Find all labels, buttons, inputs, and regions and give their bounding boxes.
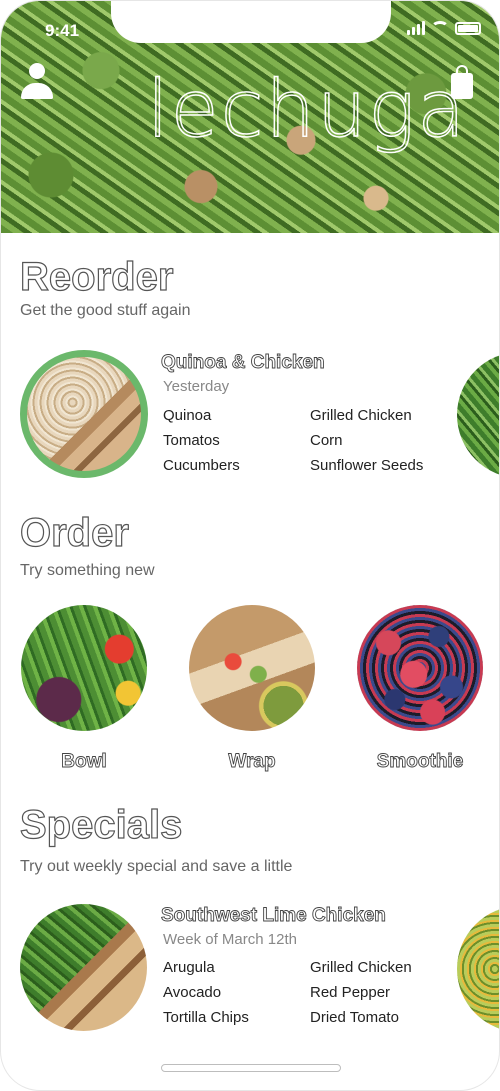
ingredient: Arugula: [163, 959, 215, 976]
app-screen: 9:41 lechuga Reorder Get the good stuff …: [0, 0, 500, 1091]
signal-icon: [407, 21, 425, 35]
status-time: 9:41: [45, 21, 80, 40]
ingredient: Grilled Chicken: [310, 407, 412, 424]
specials-title: Specials: [19, 802, 183, 847]
bowl-option-image[interactable]: [21, 605, 147, 731]
home-indicator[interactable]: [161, 1064, 341, 1072]
header-banner: 9:41 lechuga: [1, 1, 499, 233]
specials-subtitle: Try out weekly special and save a little: [20, 858, 293, 875]
ingredient: Grilled Chicken: [310, 959, 412, 976]
app-logo: lechuga: [146, 65, 468, 155]
smoothie-option-label[interactable]: Smoothie: [355, 751, 485, 773]
shopping-bag-icon[interactable]: [451, 65, 473, 99]
ingredient: Sunflower Seeds: [310, 457, 424, 474]
reorder-item-name[interactable]: Quinoa & Chicken: [161, 352, 326, 374]
ingredient: Corn: [310, 432, 343, 449]
special-item-image[interactable]: [20, 904, 147, 1031]
bowl-option-label[interactable]: Bowl: [19, 751, 149, 773]
reorder-item-image[interactable]: [20, 350, 148, 478]
status-icons: [407, 21, 481, 35]
smoothie-option-image[interactable]: [357, 605, 483, 731]
ingredient: Tomatos: [163, 432, 220, 449]
wrap-option-image[interactable]: [189, 605, 315, 731]
ingredient: Tortilla Chips: [163, 1009, 249, 1026]
wifi-icon: [431, 21, 449, 35]
profile-icon[interactable]: [21, 63, 53, 103]
ingredient: Avocado: [163, 984, 222, 1001]
ingredient: Dried Tomato: [310, 1009, 399, 1026]
reorder-subtitle: Get the good stuff again: [20, 302, 191, 319]
ingredient: Quinoa: [163, 407, 212, 424]
reorder-ingredients: Quinoa Grilled Chicken Tomatos Corn Cucu…: [163, 407, 463, 475]
order-title: Order: [19, 510, 129, 555]
order-subtitle: Try something new: [20, 562, 155, 579]
reorder-item-date: Yesterday: [163, 378, 230, 395]
special-item-name[interactable]: Southwest Lime Chicken: [161, 905, 387, 927]
reorder-title: Reorder: [19, 254, 174, 299]
device-notch: [111, 1, 391, 43]
special-ingredients: Arugula Grilled Chicken Avocado Red Pepp…: [163, 959, 463, 1027]
wrap-option-label[interactable]: Wrap: [187, 751, 317, 773]
special-item-date: Week of March 12th: [163, 931, 297, 948]
ingredient: Cucumbers: [163, 457, 240, 474]
ingredient: Red Pepper: [310, 984, 391, 1001]
reorder-next-item-image[interactable]: [457, 352, 499, 478]
special-next-item-image[interactable]: [457, 906, 499, 1032]
battery-icon: [455, 21, 481, 35]
